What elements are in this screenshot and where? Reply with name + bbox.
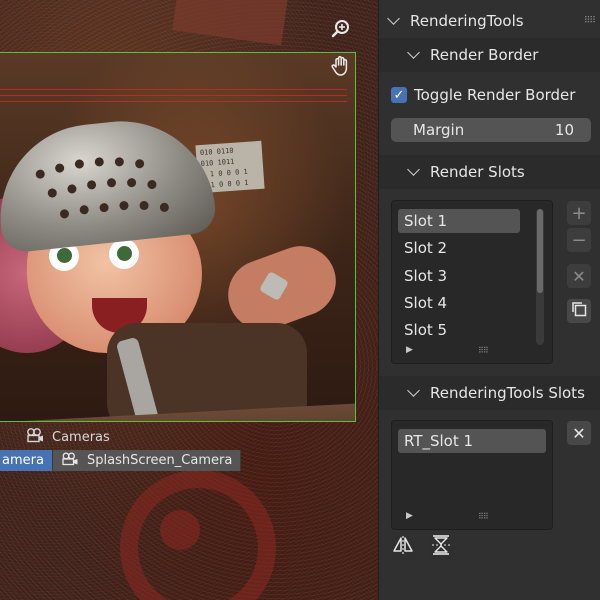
copy-slot-button[interactable] [567,299,591,323]
expand-arrow-icon[interactable]: ▶ [406,345,413,355]
list-item-slot[interactable]: Slot 5 [398,318,520,342]
character-eye [109,239,139,269]
margin-number-field[interactable]: Margin 10 [391,118,591,142]
colander-helmet [0,112,218,254]
remove-slot-button[interactable]: − [567,228,591,252]
resize-grip-icon[interactable]: ⠿⠿ [478,512,489,521]
camera-tab-label: amera [2,453,44,468]
chevron-down-icon [407,163,420,176]
subpanel-title: Render Slots [430,163,525,181]
toggle-render-border-row[interactable]: ✓ Toggle Render Border [391,86,575,104]
margin-value: 10 [554,121,574,139]
list-item-slot[interactable]: Slot 1 [398,209,520,233]
slot-label: Slot 5 [404,321,448,339]
subpanel-title: RenderingTools Slots [430,384,585,402]
camera-icon [26,427,44,447]
sidebar-panel: RenderingTools ⠿⠿ Render Border ✓ Toggle… [378,0,600,600]
panel-header-renderingtools[interactable]: RenderingTools ⠿⠿ [379,4,600,38]
gear-logo-hub [160,510,200,550]
flip-vertical-button[interactable] [429,535,453,559]
zoom-magnifier-icon[interactable] [329,17,353,41]
chevron-down-icon [407,46,420,59]
close-icon: ✕ [572,266,586,286]
hand-pan-icon[interactable] [329,54,353,78]
cameras-label: Cameras [26,428,110,446]
chevron-down-icon [407,384,420,397]
list-item-slot[interactable]: Slot 3 [398,264,520,288]
app-root: 010 0110 010 1011 0 1 0 0 0 1 0 1 0 0 0 … [0,0,600,600]
render-line [0,89,347,90]
render-line [0,95,347,96]
list-scrollbar-thumb[interactable] [537,209,543,293]
camera-tab-splashscreen[interactable]: SplashScreen_Camera [53,450,242,471]
subpanel-header-rt-slots[interactable]: RenderingTools Slots [379,376,600,410]
rt-slots-list[interactable]: RT_Slot 1 ▶ ⠿⠿ [391,420,553,530]
camera-tabs: amera SplashScreen_Camera [0,450,242,471]
copy-icon [570,300,588,323]
panel-title: RenderingTools [410,12,524,30]
slot-label: Slot 3 [404,267,448,285]
clear-slot-button[interactable]: ✕ [567,264,591,288]
slot-label: Slot 4 [404,294,448,312]
subpanel-header-render-border[interactable]: Render Border [379,38,600,72]
3d-viewport[interactable]: 010 0110 010 1011 0 1 0 0 0 1 0 1 0 0 0 … [0,0,378,600]
list-item-rt-slot[interactable]: RT_Slot 1 [398,429,546,453]
remove-icon: − [571,229,587,251]
flip-horizontal-icon [392,535,414,559]
chevron-down-icon [387,12,400,25]
toggle-render-border-label: Toggle Render Border [414,86,576,104]
checkbox-checked-icon[interactable]: ✓ [391,87,407,103]
camera-tab-active[interactable]: amera [0,450,53,471]
camera-tab-label: SplashScreen_Camera [87,453,233,468]
resize-grip-icon[interactable]: ⠿⠿ [478,346,489,355]
rt-slot-label: RT_Slot 1 [404,432,474,450]
cameras-label-text: Cameras [52,429,110,445]
slot-label: Slot 1 [404,212,448,230]
add-slot-button[interactable]: + [567,201,591,225]
add-icon: + [571,202,587,224]
list-item-slot[interactable]: Slot 4 [398,291,520,315]
drag-grip-icon[interactable]: ⠿⠿ [584,16,596,26]
camera-icon [61,452,79,470]
subpanel-header-render-slots[interactable]: Render Slots [379,155,600,189]
expand-arrow-icon[interactable]: ▶ [406,511,413,521]
slot-label: Slot 2 [404,239,448,257]
delete-rt-slot-button[interactable]: ✕ [567,421,591,445]
render-line [0,101,347,102]
margin-label: Margin [413,121,465,139]
flip-vertical-icon [430,534,452,560]
close-icon: ✕ [572,423,586,443]
list-item-slot[interactable]: Slot 2 [398,236,520,260]
subpanel-title: Render Border [430,46,539,64]
render-slots-list[interactable]: Slot 1 Slot 2 Slot 3 Slot 4 Slot 5 ▶ ⠿⠿ [391,200,553,364]
flip-horizontal-button[interactable] [391,535,415,559]
render-border-frame: 010 0110 010 1011 0 1 0 0 0 1 0 1 0 0 0 … [0,52,356,422]
